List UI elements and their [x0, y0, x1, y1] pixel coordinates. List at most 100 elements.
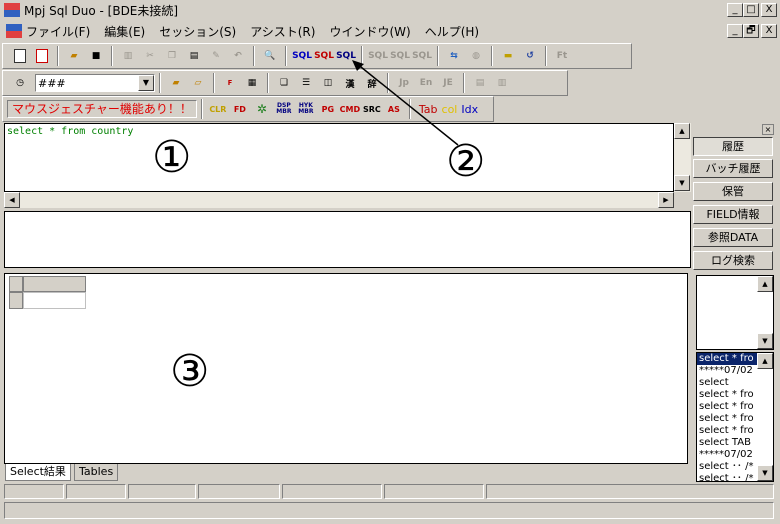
scroll-up-icon[interactable]: ▲ [757, 276, 773, 292]
minimize-button[interactable]: _ [727, 3, 743, 17]
status-segment [282, 484, 382, 499]
child-minimize-button[interactable]: _ [727, 24, 743, 38]
import-icon[interactable]: ▰ [167, 74, 185, 92]
history-list[interactable]: select * fro *****07/02 select select * … [696, 352, 774, 482]
new-doc-icon[interactable] [33, 47, 51, 65]
menu-window[interactable]: ウインドウ(W) [329, 23, 410, 40]
tree-icon[interactable]: ✲ [253, 100, 271, 118]
undo-icon[interactable]: ↶ [229, 47, 247, 65]
list-item[interactable]: select * fro [697, 389, 773, 401]
list-item[interactable]: select * fro [697, 425, 773, 437]
toolbar-secondary: ◷ ### ▼ ▰ ▱ ꜰ ▦ ❏ ☰ ◫ 漢 辞 Jp En JE ▤ ▥ [2, 70, 568, 96]
replace-icon[interactable]: ✎ [207, 47, 225, 65]
grid-icon[interactable]: ▤ [471, 74, 489, 92]
list-item[interactable]: select * fro [697, 401, 773, 413]
new-file-icon[interactable] [11, 47, 29, 65]
menu-help[interactable]: ヘルプ(H) [425, 23, 479, 40]
scroll-right-icon[interactable]: ▶ [658, 192, 674, 208]
sql-execute-icon[interactable]: SQL [292, 47, 312, 65]
list-item[interactable]: select * fro [697, 413, 773, 425]
dsp-mbr-icon[interactable]: DSP MBR [275, 100, 293, 118]
list-item[interactable]: *****07/02 [697, 449, 773, 461]
saved-button[interactable]: 保管 [693, 182, 773, 201]
save-icon[interactable]: ■ [87, 47, 105, 65]
clock-icon[interactable]: ◷ [11, 74, 29, 92]
separator [213, 73, 215, 93]
tile-horizontal-icon[interactable]: ☰ [297, 74, 315, 92]
grid-cell[interactable] [23, 292, 86, 309]
close-button[interactable]: X [761, 3, 777, 17]
tile-vertical-icon[interactable]: ◫ [319, 74, 337, 92]
scroll-up-icon[interactable]: ▲ [757, 353, 773, 369]
pg-icon[interactable]: PG [319, 100, 337, 118]
separator [111, 46, 113, 66]
export-icon[interactable]: ▱ [189, 74, 207, 92]
field-info-button[interactable]: FIELD情報 [693, 205, 773, 224]
chevron-down-icon[interactable]: ▼ [138, 75, 154, 91]
scroll-left-icon[interactable]: ◀ [4, 192, 20, 208]
annotation-one: ① [152, 132, 192, 183]
scroll-up-icon[interactable]: ▲ [674, 123, 690, 139]
grid-corner [9, 276, 23, 292]
scroll-down-icon[interactable]: ▼ [674, 175, 690, 191]
child-restore-button[interactable]: 🗗 [743, 24, 759, 38]
editor-horizontal-scrollbar[interactable]: ◀ ▶ [4, 192, 674, 208]
sql-editor[interactable]: select * from country [4, 123, 674, 192]
tab-select-results[interactable]: Select結果 [5, 464, 71, 481]
rollback-icon[interactable]: ↺ [521, 47, 539, 65]
app-icon [4, 3, 20, 17]
hyk-mbr-icon[interactable]: HYK MBR [297, 100, 315, 118]
status-segment [128, 484, 196, 499]
window-title: Mpj Sql Duo - [BDE未接続] [24, 3, 179, 18]
menu-assist[interactable]: アシスト(R) [250, 23, 315, 40]
search-icon[interactable]: 🔍 [261, 47, 279, 65]
child-close-button[interactable]: X [761, 24, 777, 38]
list-item[interactable]: select TAB [697, 437, 773, 449]
toolbar-main: ▰ ■ ▥ ✂ ❐ ▤ ✎ ↶ 🔍 SQL SQL SQL SQL SQL SQ… [2, 43, 632, 69]
annotation-arrow [352, 60, 459, 146]
log-search-button[interactable]: ログ検索 [693, 251, 773, 270]
paste-icon[interactable]: ▤ [185, 47, 203, 65]
combo-value: ### [38, 76, 66, 90]
tab-tables[interactable]: Tables [74, 464, 119, 481]
grid-row-header[interactable] [9, 292, 23, 309]
status-segment [486, 484, 774, 499]
cascade-icon[interactable]: ❏ [275, 74, 293, 92]
scroll-down-icon[interactable]: ▼ [757, 333, 773, 349]
table-icon[interactable]: ▥ [119, 47, 137, 65]
maximize-button[interactable]: □ [743, 3, 759, 17]
editor-vertical-scrollbar[interactable]: ▲ ▼ [674, 123, 691, 192]
copy-icon[interactable]: ❐ [163, 47, 181, 65]
menu-bar: ファイル(F) 編集(E) セッション(S) アシスト(R) ウインドウ(W) … [0, 21, 780, 41]
ft-icon[interactable]: Ft [553, 47, 571, 65]
status-bar [4, 502, 774, 519]
menu-file[interactable]: ファイル(F) [26, 23, 90, 40]
separator [267, 73, 269, 93]
menu-session[interactable]: セッション(S) [159, 23, 236, 40]
scroll-down-icon[interactable]: ▼ [757, 465, 773, 481]
clr-icon[interactable]: CLR [209, 100, 227, 118]
batch-history-button[interactable]: バッチ履歴 [693, 159, 773, 178]
separator [253, 46, 255, 66]
mouse-gesture-label: マウスジェスチャー機能あり！！ [7, 100, 197, 118]
separator [285, 46, 287, 66]
color-grid-icon[interactable]: ▦ [243, 74, 261, 92]
menu-edit[interactable]: 編集(E) [104, 23, 145, 40]
open-folder-icon[interactable]: ▰ [65, 47, 83, 65]
list-item[interactable]: select [697, 377, 773, 389]
sql-execute-all-icon[interactable]: SQL [314, 47, 334, 65]
list-item[interactable]: select * fro [697, 353, 757, 365]
fd-icon[interactable]: FD [231, 100, 249, 118]
font-icon[interactable]: ꜰ [221, 74, 239, 92]
status-segment [198, 484, 280, 499]
sql-code[interactable]: select * from country [5, 124, 673, 139]
history-button[interactable]: 履歴 [693, 137, 773, 156]
form-icon[interactable]: ▥ [493, 74, 511, 92]
cut-icon[interactable]: ✂ [141, 47, 159, 65]
grid-column-header[interactable] [23, 276, 86, 292]
commit-icon[interactable]: ▬ [499, 47, 517, 65]
result-grid[interactable] [4, 273, 688, 464]
panel-close-icon[interactable]: × [762, 124, 774, 135]
reference-data-button[interactable]: 参照DATA [693, 228, 773, 247]
connection-combo[interactable]: ### ▼ [35, 74, 155, 92]
